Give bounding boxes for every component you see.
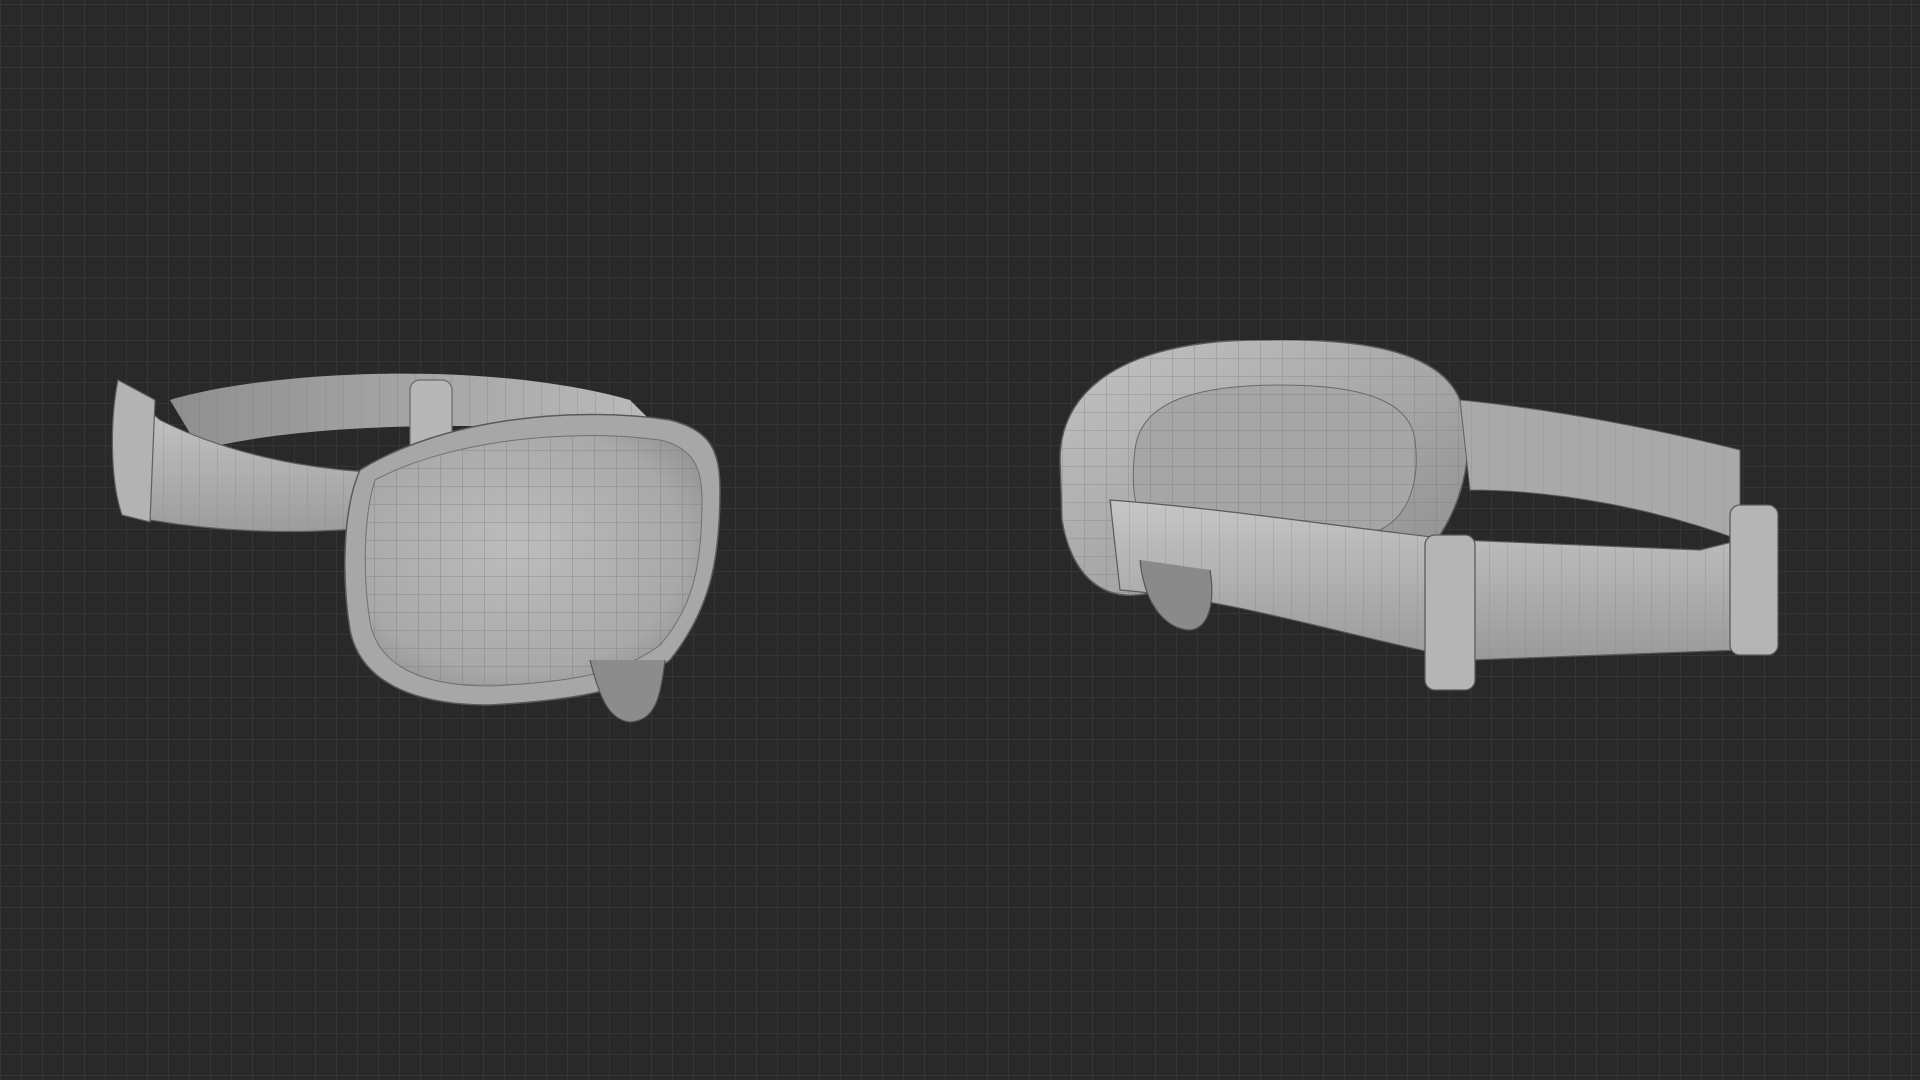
strap-end-loop <box>111 379 156 523</box>
goggles-rear-model[interactable] <box>1040 340 1800 740</box>
nose-bridge <box>1139 559 1213 631</box>
nose-bridge <box>589 659 666 723</box>
strap-buckle-right <box>1729 504 1779 656</box>
goggles-front-model[interactable] <box>110 360 850 800</box>
strap-buckle-left <box>1424 534 1476 691</box>
3d-viewport[interactable] <box>0 0 1920 1080</box>
